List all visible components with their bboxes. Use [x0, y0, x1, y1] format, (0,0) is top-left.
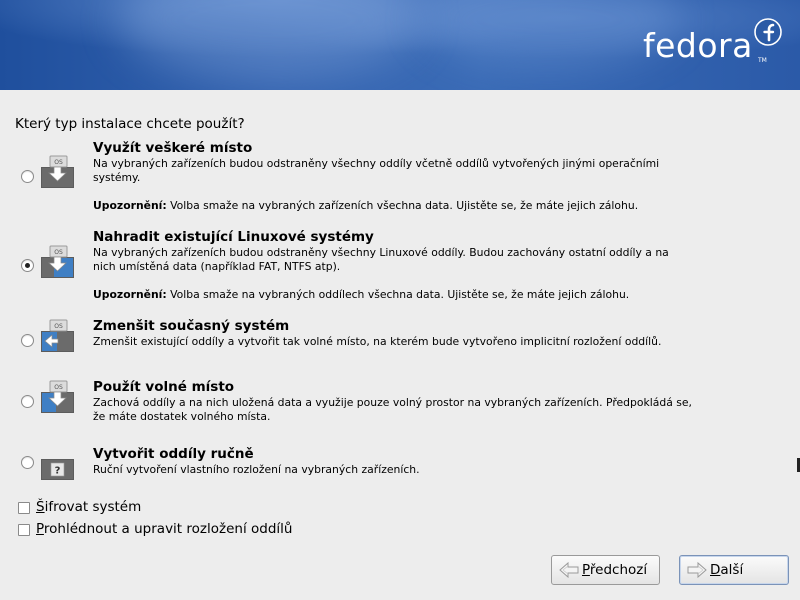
back-button[interactable]: Předchozí	[551, 555, 660, 585]
svg-text:OS: OS	[54, 249, 63, 256]
radio-use-free-space[interactable]	[21, 395, 34, 408]
back-arrow-icon	[559, 561, 579, 579]
option-description: Na vybraných zařízeních budou odstraněny…	[93, 157, 660, 184]
label-text: ředchozí	[589, 562, 648, 578]
mnemonic: P	[582, 562, 590, 578]
option-title: Vytvořit oddíly ručně	[93, 446, 254, 462]
radio-custom-layout[interactable]	[21, 456, 34, 469]
disk-free-space-icon: OS	[41, 380, 74, 413]
label-text: rohlédnout a upravit rozložení oddílů	[43, 521, 293, 537]
option-title: Zmenšit současný systém	[93, 318, 290, 334]
warning-text: Volba smaže na vybraných zařízeních všec…	[166, 199, 639, 212]
warning-text: Volba smaže na vybraných oddílech všechn…	[166, 288, 630, 301]
disk-replace-linux-icon: OS	[41, 245, 74, 278]
trademark-mark: TM	[758, 57, 767, 64]
back-button-label: Předchozí	[582, 562, 647, 578]
review-layout-label[interactable]: Prohlédnout a upravit rozložení oddílů	[36, 521, 292, 537]
option-description: Na vybraných zařízeních budou odstraněny…	[93, 246, 669, 273]
option-title: Použít volné místo	[93, 379, 235, 395]
label-text: alší	[720, 562, 744, 578]
review-layout-checkbox[interactable]	[18, 524, 30, 536]
option-title: Využít veškeré místo	[93, 140, 253, 156]
warning-label: Upozornění:	[93, 288, 167, 301]
option-description: Ruční vytvoření vlastního rozložení na v…	[93, 463, 420, 476]
svg-text:OS: OS	[54, 384, 63, 391]
option-warning: Upozornění: Volba smaže na vybraných odd…	[93, 288, 629, 301]
radio-use-all-space[interactable]	[21, 170, 34, 183]
svg-text:OS: OS	[54, 323, 63, 330]
disk-custom-icon: ?	[41, 459, 74, 480]
mnemonic: D	[710, 562, 721, 578]
label-text: ifrovat systém	[44, 499, 142, 515]
radio-shrink-system[interactable]	[21, 334, 34, 347]
encrypt-system-label[interactable]: Šifrovat systém	[36, 499, 141, 515]
encrypt-system-checkbox[interactable]	[18, 502, 30, 514]
disk-replace-all-icon: OS	[41, 155, 74, 188]
mnemonic: P	[36, 521, 44, 537]
installation-type-question: Který typ instalace chcete použít?	[15, 116, 245, 132]
fedora-logo-text: fedora	[643, 26, 753, 65]
option-description: Zmenšit existující oddíly a vytvořit tak…	[93, 335, 662, 348]
option-title: Nahradit existující Linuxové systémy	[93, 229, 374, 245]
svg-text:OS: OS	[54, 159, 63, 166]
next-button-label: Další	[710, 562, 743, 578]
option-warning: Upozornění: Volba smaže na vybraných zař…	[93, 199, 638, 212]
fedora-logo-icon	[754, 18, 782, 46]
warning-label: Upozornění:	[93, 199, 167, 212]
svg-text:?: ?	[55, 466, 61, 477]
option-description: Zachová oddíly a na nich uložená data a …	[93, 396, 692, 423]
next-button[interactable]: Další	[679, 555, 789, 585]
disk-shrink-icon: OS	[41, 319, 74, 352]
next-arrow-icon	[687, 561, 707, 579]
mnemonic: Š	[36, 499, 45, 515]
fedora-banner: fedora TM	[0, 0, 800, 90]
radio-replace-linux[interactable]	[21, 259, 34, 272]
